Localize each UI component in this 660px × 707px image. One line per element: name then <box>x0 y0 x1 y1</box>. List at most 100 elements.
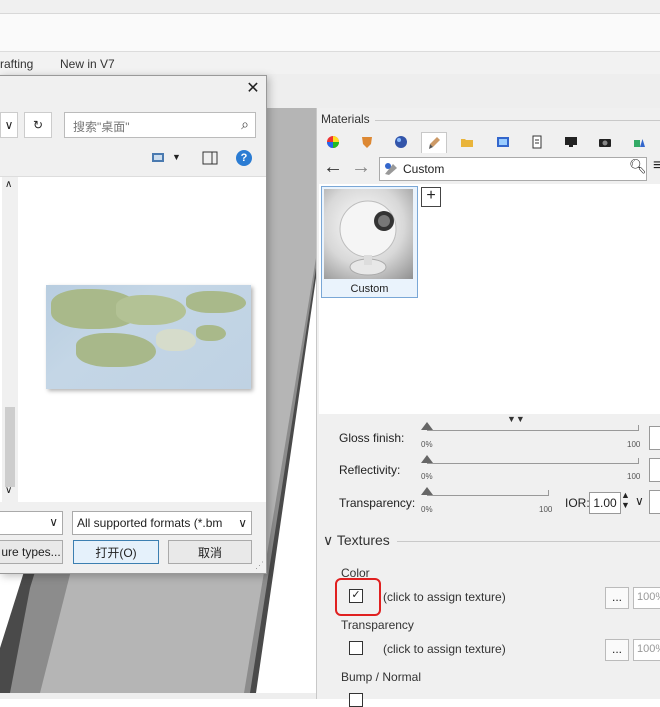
texture-transparency-label: Transparency <box>341 618 414 632</box>
file-list-area[interactable]: ∧ ∨ <box>0 176 266 502</box>
transparency-slider[interactable] <box>427 490 549 496</box>
back-arrow-icon[interactable]: ← <box>323 156 343 178</box>
paint-brush-icon[interactable] <box>421 132 447 153</box>
search-icon[interactable]: ⌕ <box>241 116 249 133</box>
file-type-filter[interactable]: All supported formats (*.bm ∨ <box>72 511 252 535</box>
add-material-button[interactable]: + <box>421 187 441 207</box>
transparency-texture-percent[interactable]: 100% <box>633 639 660 661</box>
reflectivity-thumb[interactable] <box>421 455 433 463</box>
image-map-icon[interactable] <box>491 132 515 152</box>
ior-spinner[interactable]: ▲ ▼ <box>621 490 630 510</box>
transparency-min: 0% <box>421 505 433 514</box>
ribbon-tabs: rafting New in V7 <box>0 52 660 74</box>
reflectivity-slider[interactable] <box>427 458 639 464</box>
document-icon[interactable] <box>525 132 549 152</box>
search-icon[interactable]: 🔍︎ <box>629 158 647 175</box>
land-shape <box>116 295 186 325</box>
materials-panel: Materials ← → Custom 🔍︎ ≡ Custom + ▼▼ Gl… <box>316 108 660 707</box>
filter-label: All supported formats (*.bm <box>77 516 223 530</box>
materials-tab-strip <box>317 130 660 154</box>
ior-dropdown-icon[interactable]: ∨ <box>635 494 644 508</box>
camera-icon[interactable] <box>593 132 617 152</box>
ior-label: IOR: <box>565 496 590 510</box>
search-placeholder: 搜索"桌面" <box>73 120 130 134</box>
transparency-max: 100 <box>539 505 553 514</box>
filter-dropdown-icon[interactable]: ∨ <box>238 516 247 530</box>
scroll-up-icon[interactable]: ∧ <box>5 179 12 190</box>
reflectivity-label: Reflectivity: <box>339 463 401 477</box>
chevrons-down-icon[interactable]: ▼▼ <box>507 414 525 424</box>
texture-bump-label: Bump / Normal <box>341 670 422 684</box>
title-divider <box>375 120 660 121</box>
filename-dropdown-icon[interactable]: ∨ <box>49 515 58 529</box>
transparency-texture-checkbox[interactable] <box>349 641 363 655</box>
textures-divider <box>397 541 660 542</box>
bump-texture-checkbox[interactable] <box>349 693 363 707</box>
tab-drafting[interactable]: rafting <box>0 57 33 71</box>
view-dropdown-icon[interactable]: ▼ <box>172 152 181 162</box>
textures-heading-text: Textures <box>336 532 390 548</box>
close-icon[interactable]: ✕ <box>244 80 262 98</box>
tab-new-in-v7[interactable]: New in V7 <box>60 57 115 71</box>
color-texture-browse-button[interactable]: ... <box>605 587 629 609</box>
color-wheel-icon[interactable] <box>321 132 345 152</box>
reflectivity-value-box[interactable] <box>649 458 660 482</box>
land-shape <box>196 325 226 341</box>
material-preview <box>324 189 413 279</box>
folder-icon[interactable] <box>455 132 479 152</box>
shield-material-icon[interactable] <box>355 132 379 152</box>
land-shape <box>156 329 196 351</box>
texture-types-button[interactable]: ure types... <box>0 540 63 564</box>
gloss-min: 0% <box>421 440 433 449</box>
monitor-icon[interactable] <box>559 132 583 152</box>
land-shape <box>76 333 156 367</box>
color-texture-percent[interactable]: 100% <box>633 587 660 609</box>
open-file-dialog: ✕ ∨ ↻ 搜索"桌面" ⌕ ▼ ? ∧ ∨ ∨ All supported f… <box>0 75 267 574</box>
forward-arrow-icon[interactable]: → <box>351 156 371 178</box>
transparency-thumb[interactable] <box>421 487 433 495</box>
land-shape <box>186 291 246 313</box>
color-texture-assign[interactable]: (click to assign texture) <box>383 590 506 604</box>
preview-pane-icon[interactable] <box>202 151 218 168</box>
map-image-thumbnail[interactable] <box>46 285 251 389</box>
transparency-value-box[interactable] <box>649 490 660 514</box>
ior-input[interactable]: 1.00 <box>589 492 621 514</box>
highlight-annotation <box>335 578 381 616</box>
view-options-bar: ▼ ? <box>0 148 267 172</box>
help-icon[interactable]: ? <box>236 150 252 166</box>
materials-breadcrumb-icon <box>385 163 397 175</box>
open-button[interactable]: 打开(O) <box>73 540 159 564</box>
materials-title: Materials <box>321 112 370 126</box>
dialog-toolbar: ∨ ↻ 搜索"桌面" ⌕ <box>0 108 267 140</box>
chevron-down-icon[interactable]: ∨ <box>0 112 18 138</box>
gloss-thumb[interactable] <box>421 422 433 430</box>
library-breadcrumb[interactable]: Custom <box>379 157 647 181</box>
view-mode-icon[interactable] <box>152 152 166 167</box>
gloss-slider[interactable] <box>427 425 639 431</box>
gloss-value-box[interactable] <box>649 426 660 450</box>
scroll-thumb[interactable] <box>5 407 15 487</box>
cancel-button[interactable]: 取消 <box>168 540 252 564</box>
vertical-scrollbar[interactable]: ∧ ∨ <box>2 177 18 502</box>
window-top-strip <box>0 0 660 14</box>
sphere-material-icon[interactable] <box>389 132 413 152</box>
transparency-label: Transparency: <box>339 496 416 510</box>
resize-grip-icon[interactable]: ⋰ <box>255 560 264 571</box>
transparency-texture-assign[interactable]: (click to assign texture) <box>383 642 506 656</box>
reflectivity-min: 0% <box>421 472 433 481</box>
filename-input[interactable]: ∨ <box>0 511 63 535</box>
render-objects-icon[interactable] <box>627 132 651 152</box>
transparency-texture-browse-button[interactable]: ... <box>605 639 629 661</box>
material-list: Custom + <box>319 184 660 414</box>
library-nav: ← → Custom 🔍︎ ≡ <box>317 154 660 182</box>
refresh-icon[interactable]: ↻ <box>24 112 52 138</box>
material-swatch-custom[interactable]: Custom <box>321 186 418 298</box>
swatch-label: Custom <box>350 283 389 295</box>
gloss-label: Gloss finish: <box>339 431 405 445</box>
textures-heading: ∨ Textures <box>323 532 390 548</box>
menu-bar <box>0 14 660 52</box>
search-input[interactable]: 搜索"桌面" ⌕ <box>64 112 256 138</box>
scroll-down-icon[interactable]: ∨ <box>5 485 12 496</box>
menu-icon[interactable]: ≡ <box>653 157 660 175</box>
gloss-max: 100 <box>627 440 641 449</box>
